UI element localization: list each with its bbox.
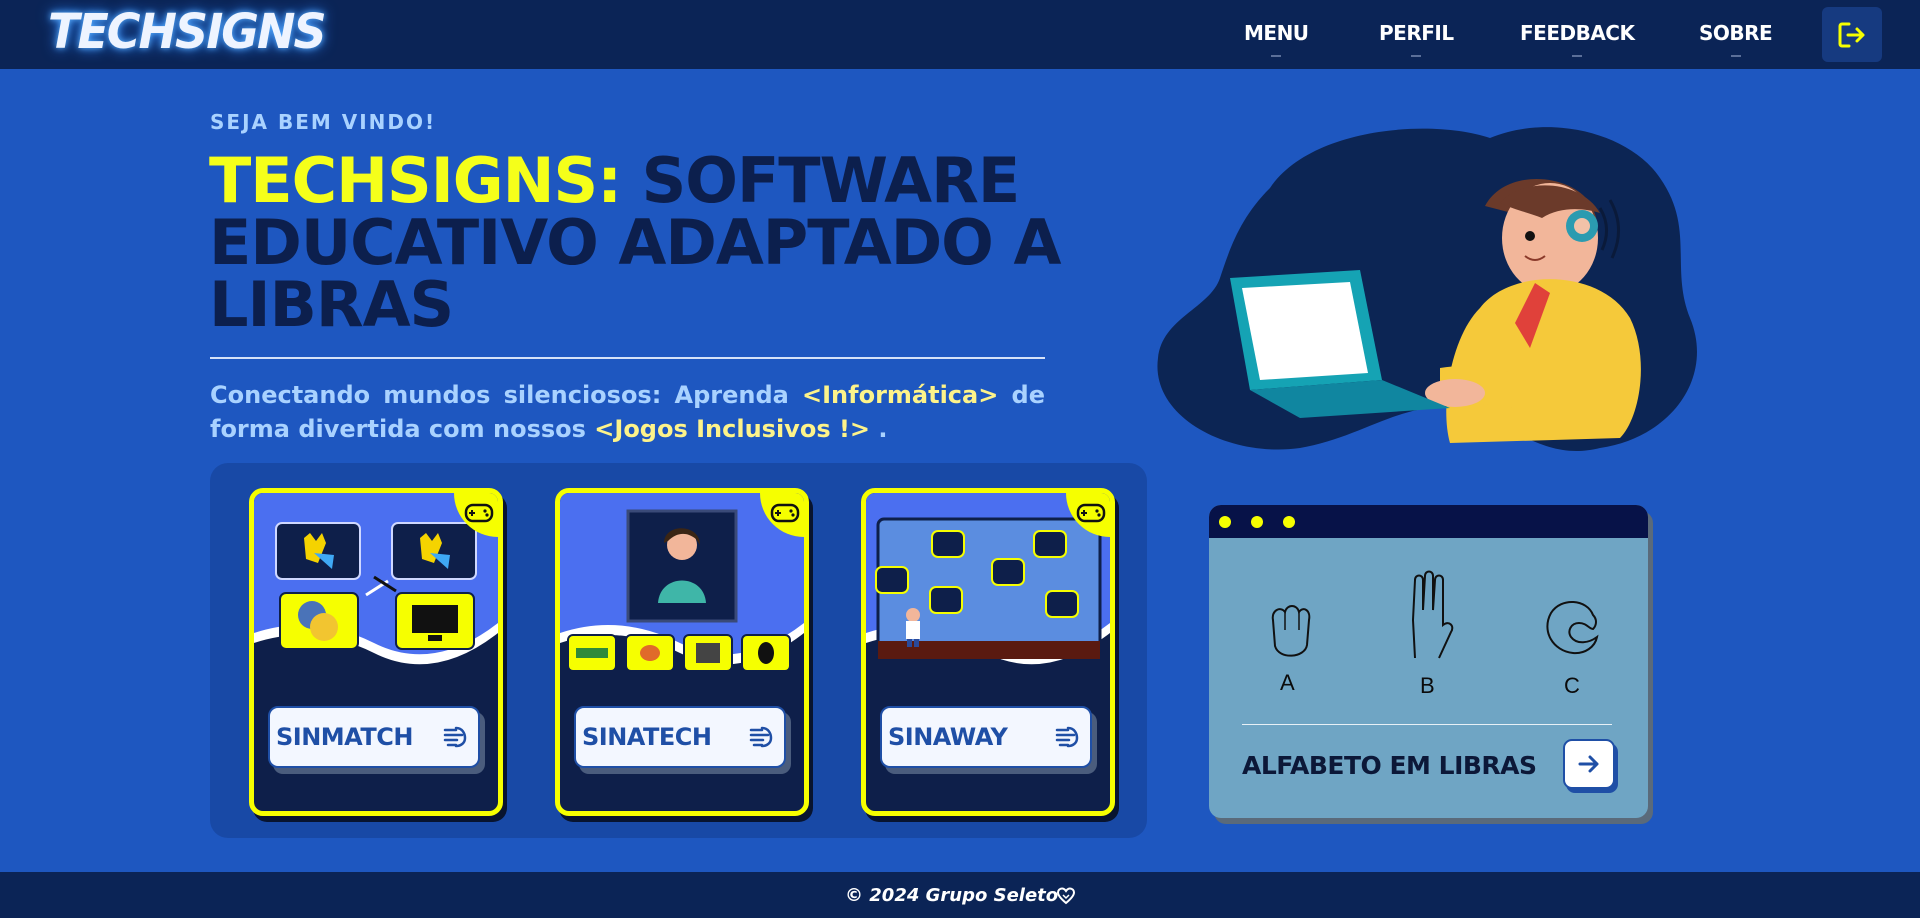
gamepad-icon: [464, 503, 494, 523]
gamepad-icon: [770, 503, 800, 523]
nav-item-label: FEEDBACK: [1520, 21, 1635, 45]
game-card-sinatech[interactable]: SINATECH: [555, 488, 809, 816]
welcome-text: SEJA BEM VINDO!: [210, 110, 437, 134]
window-dot: [1283, 516, 1295, 528]
alphabet-open-button[interactable]: [1563, 739, 1615, 789]
logout-button[interactable]: [1822, 7, 1882, 62]
hand-sign-c-icon: [1546, 601, 1599, 655]
nav-underline: [1271, 55, 1282, 57]
logout-icon: [1838, 22, 1865, 47]
game-card-sinmatch[interactable]: SINMATCH: [249, 488, 503, 816]
play-sinatech-button[interactable]: SINATECH: [574, 706, 786, 768]
tagline-text: Conectando mundos silenciosos: Aprenda: [210, 381, 789, 409]
hand-sign-a-icon: [1271, 605, 1311, 657]
hero-tagline: Conectando mundos silenciosos: Aprenda <…: [210, 378, 1045, 446]
nav-item-label: PERFIL: [1379, 21, 1454, 45]
footer-copyright: © 2024 Grupo Seleto: [845, 885, 1059, 906]
hand-point-icon: [749, 726, 773, 748]
nav-underline: [1411, 55, 1422, 57]
nav-item-menu[interactable]: MENU: [1244, 21, 1309, 57]
arrow-right-icon: [1578, 755, 1599, 773]
footer: © 2024 Grupo Seleto: [0, 872, 1920, 918]
alphabet-title: ALFABETO EM LIBRAS: [1242, 751, 1537, 780]
nav-item-label: MENU: [1244, 21, 1309, 45]
hand-sign-b-icon: [1411, 570, 1454, 659]
tagline-highlight: <Jogos Inclusivos !>: [594, 415, 871, 443]
alphabet-letter: A: [1280, 670, 1295, 695]
hero-illustration: [1157, 127, 1697, 452]
gamepad-badge: [760, 493, 804, 537]
alphabet-card[interactable]: A B C ALFABETO EM LIBRAS: [1209, 505, 1648, 818]
play-sinmatch-button[interactable]: SINMATCH: [268, 706, 480, 768]
page-title: TECHSIGNS: SOFTWARE EDUCATIVO ADAPTADO A…: [209, 150, 1089, 336]
gamepad-badge: [454, 493, 498, 537]
alphabet-divider: [1242, 724, 1612, 725]
gamepad-badge: [1066, 493, 1110, 537]
play-sinaway-button[interactable]: SINAWAY: [880, 706, 1092, 768]
nav-item-feedback[interactable]: FEEDBACK: [1520, 21, 1635, 57]
nav-underline: [1572, 55, 1583, 57]
hero-divider: [210, 357, 1045, 359]
top-navbar: TECHSIGNS MENU PERFIL FEEDBACK SOBRE: [0, 0, 1920, 69]
nav-item-sobre[interactable]: SOBRE: [1699, 21, 1773, 57]
tagline-text: .: [878, 415, 888, 443]
game-title: SINMATCH: [276, 723, 413, 751]
hand-point-icon: [443, 726, 467, 748]
game-title: SINAWAY: [888, 723, 1008, 751]
game-card-sinaway[interactable]: SINAWAY: [861, 488, 1115, 816]
heart-hand-icon: [1056, 887, 1076, 905]
hand-point-icon: [1055, 726, 1079, 748]
nav-underline: [1730, 55, 1741, 57]
gamepad-icon: [1076, 503, 1106, 523]
alphabet-letter: C: [1564, 673, 1580, 698]
window-titlebar: [1209, 505, 1648, 538]
window-dot: [1251, 516, 1263, 528]
brand-logo[interactable]: TECHSIGNS: [48, 3, 327, 60]
nav-item-label: SOBRE: [1699, 21, 1773, 45]
tagline-highlight: <Informática>: [802, 381, 999, 409]
game-title: SINATECH: [582, 723, 712, 751]
window-dot: [1219, 516, 1231, 528]
alphabet-letter: B: [1420, 673, 1435, 698]
nav-item-perfil[interactable]: PERFIL: [1379, 21, 1454, 57]
